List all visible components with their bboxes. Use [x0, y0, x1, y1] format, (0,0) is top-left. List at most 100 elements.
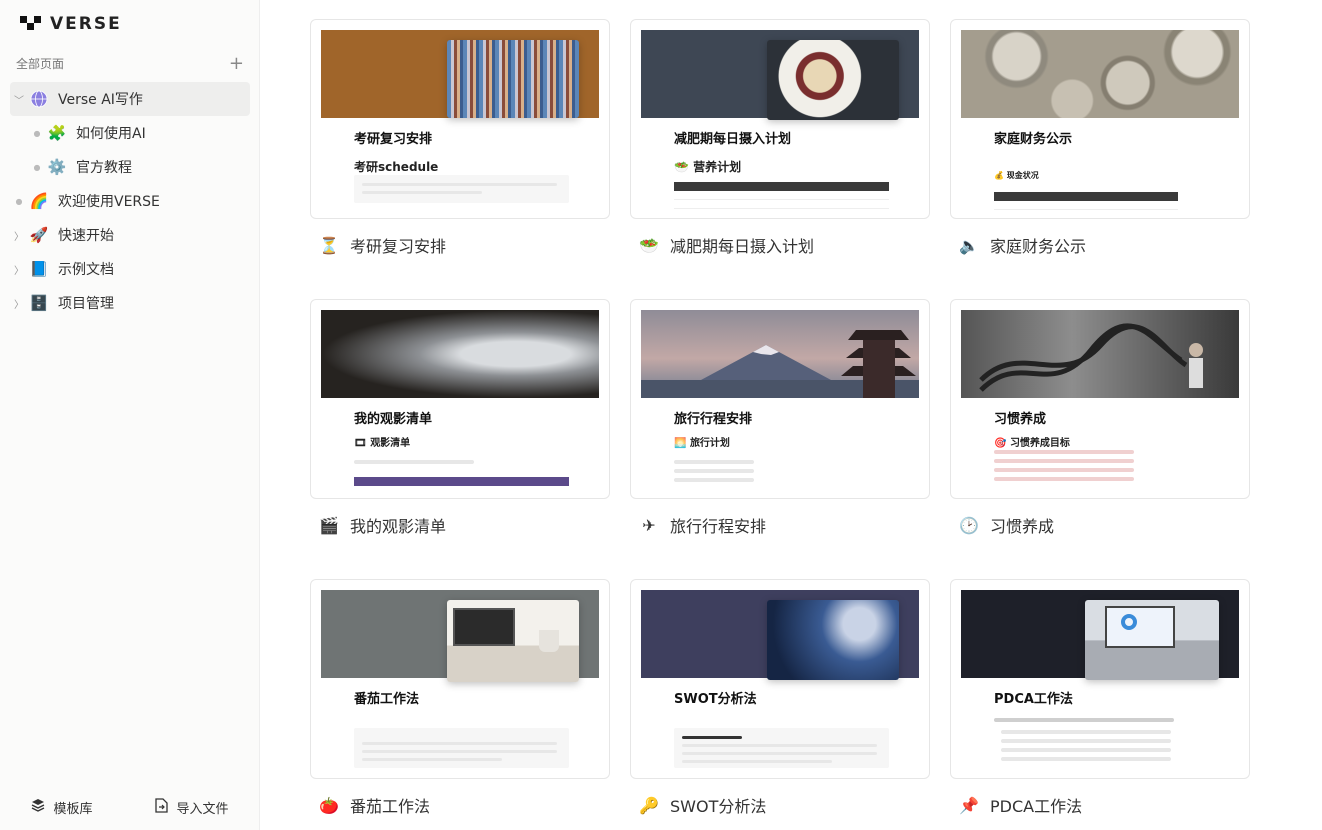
book-icon: 📘: [29, 260, 49, 278]
doc-title: PDCA工作法: [994, 692, 1073, 707]
mini-table: [994, 192, 1178, 218]
app-name: VERSE: [50, 14, 122, 34]
doc-title: 减肥期每日摄入计划: [674, 132, 792, 147]
template-preview[interactable]: 习惯养成 🎯 习惯养成目标: [950, 299, 1250, 499]
battle-ropes-illustration: [979, 323, 1203, 392]
bullet-icon: ●: [33, 128, 41, 138]
mountain-illustration: [641, 330, 919, 398]
doc-title: 考研复习安排: [354, 132, 433, 147]
card-label[interactable]: ⏳ 考研复习安排: [318, 233, 446, 257]
card-label[interactable]: 🥗 减肥期每日摄入计划: [638, 233, 814, 257]
template-card[interactable]: SWOT分析法 🔑 SWOT分析法: [630, 579, 930, 816]
cover-image: [321, 590, 599, 682]
sidebar-item-label: 示例文档: [58, 262, 114, 278]
rainbow-icon: 🌈: [29, 192, 49, 210]
template-card[interactable]: 习惯养成 🎯 习惯养成目标 🕑 习惯养成: [950, 299, 1250, 536]
chevron-right-icon[interactable]: 〉: [10, 262, 28, 277]
verse-logo-icon: [20, 16, 44, 32]
food-photo: [767, 40, 899, 120]
sidebar-item-quick-start[interactable]: 〉 🚀 快速开始: [10, 218, 250, 252]
sidebar-item-verse-ai[interactable]: ﹀ Verse AI写作: [10, 82, 250, 116]
doc-subtitle: 💰 现金状况: [994, 171, 1039, 180]
page-tree: ﹀ Verse AI写作 ● 🧩 如何使用AI ● ⚙️ 官方教程 ● 🌈 欢迎…: [10, 82, 250, 320]
bullet-icon: ●: [33, 162, 41, 172]
fuji-photo: [641, 310, 919, 398]
sidebar: VERSE 全部页面 + ﹀ Verse AI写作 ● 🧩 如何使用AI ● ⚙…: [0, 0, 260, 830]
card-label[interactable]: 🔈 家庭财务公示: [958, 233, 1086, 257]
doc-subtitle: 🌅 旅行计划: [674, 438, 730, 449]
template-preview[interactable]: 考研复习安排 考研schedule: [310, 19, 610, 219]
card-label[interactable]: 🕑 习惯养成: [958, 513, 1054, 537]
sidebar-item-label: 欢迎使用VERSE: [58, 194, 160, 210]
sidebar-item-official-tutorial[interactable]: ● ⚙️ 官方教程: [10, 150, 250, 184]
template-preview[interactable]: SWOT分析法: [630, 579, 930, 779]
card-title: 考研复习安排: [350, 237, 447, 256]
sidebar-item-label: 官方教程: [76, 160, 132, 176]
card-title: 番茄工作法: [350, 797, 431, 816]
template-card[interactable]: 我的观影清单 🎞 观影清单 🎬 我的观影清单: [310, 299, 610, 536]
template-card[interactable]: PDCA工作法 📌 PDCA工作法: [950, 579, 1250, 816]
doc-title: 习惯养成: [994, 412, 1047, 427]
cover-image: [641, 590, 919, 680]
mini-table: [674, 182, 889, 209]
template-card[interactable]: 考研复习安排 考研schedule ⏳ 考研复习安排: [310, 19, 610, 256]
all-pages-header: 全部页面 +: [16, 54, 244, 72]
chevron-right-icon[interactable]: 〉: [10, 296, 28, 311]
template-card[interactable]: 家庭财务公示 💰 现金状况 🔈 家庭财务公示: [950, 19, 1250, 256]
doc-title: 番茄工作法: [354, 692, 420, 707]
all-pages-title: 全部页面: [16, 57, 65, 71]
card-label[interactable]: 📌 PDCA工作法: [958, 793, 1082, 817]
cover-image: [321, 30, 599, 118]
chevron-right-icon[interactable]: 〉: [10, 228, 28, 243]
doc-title: 家庭财务公示: [994, 132, 1073, 147]
books-photo: [447, 40, 579, 118]
cover-image: [961, 590, 1239, 680]
doc-subtitle-text: 观影清单: [370, 438, 411, 449]
laptop-desk-photo: [447, 600, 579, 682]
template-library-button[interactable]: 模板库: [31, 798, 93, 817]
template-preview[interactable]: 减肥期每日摄入计划 🥗 营养计划: [630, 19, 930, 219]
layers-icon: [31, 798, 45, 816]
cover-image: [641, 30, 919, 120]
sidebar-item-how-to-use-ai[interactable]: ● 🧩 如何使用AI: [10, 116, 250, 150]
doc-title: 我的观影清单: [354, 412, 433, 427]
card-label[interactable]: ✈ 旅行行程安排: [638, 513, 766, 537]
template-library-label: 模板库: [53, 801, 93, 817]
chess-photo: [767, 600, 899, 680]
quote-block: [354, 175, 569, 203]
template-preview[interactable]: 番茄工作法: [310, 579, 610, 779]
chevron-down-icon[interactable]: ﹀: [10, 92, 28, 107]
card-title: SWOT分析法: [670, 797, 767, 816]
template-preview[interactable]: 我的观影清单 🎞 观影清单: [310, 299, 610, 499]
card-label[interactable]: 🎬 我的观影清单: [318, 513, 446, 537]
import-file-button[interactable]: 导入文件: [155, 797, 229, 817]
key-icon: 🔑: [639, 795, 659, 815]
card-label[interactable]: 🍅 番茄工作法: [318, 793, 430, 817]
card-title: 家庭财务公示: [990, 237, 1087, 256]
import-file-icon: [155, 797, 169, 817]
template-preview[interactable]: 家庭财务公示 💰 现金状况: [950, 19, 1250, 219]
template-preview[interactable]: 旅行行程安排 🌅 旅行计划: [630, 299, 930, 499]
sidebar-item-label: 项目管理: [58, 296, 114, 312]
template-card[interactable]: 减肥期每日摄入计划 🥗 营养计划 🥗 减肥期每日摄入计划: [630, 19, 930, 256]
quote-block: [674, 728, 889, 768]
clock-icon: 🕑: [959, 515, 979, 535]
projector-photo: [321, 310, 599, 398]
template-card[interactable]: 番茄工作法 🍅 番茄工作法: [310, 579, 610, 816]
gear-icon: ⚙️: [47, 158, 67, 176]
template-grid: 考研复习安排 考研schedule ⏳ 考研复习安排 减肥期每日摄入计划 🥗 营…: [260, 0, 1322, 830]
template-card[interactable]: 旅行行程安排 🌅 旅行计划 ✈ 旅行行程安排: [630, 299, 930, 536]
card-title: 习惯养成: [990, 517, 1055, 536]
template-preview[interactable]: PDCA工作法: [950, 579, 1250, 779]
airplane-icon: ✈: [642, 515, 656, 535]
card-label[interactable]: 🔑 SWOT分析法: [638, 793, 766, 817]
sidebar-item-project-management[interactable]: 〉 🗄️ 项目管理: [10, 286, 250, 320]
sidebar-item-sample-docs[interactable]: 〉 📘 示例文档: [10, 252, 250, 286]
doc-subtitle: 🎯 习惯养成目标: [994, 438, 1070, 449]
sidebar-item-welcome[interactable]: ● 🌈 欢迎使用VERSE: [10, 184, 250, 218]
salad-icon: 🥗: [639, 235, 659, 255]
logo[interactable]: VERSE: [20, 14, 122, 34]
clapperboard-icon: 🎬: [319, 515, 339, 535]
doc-title: SWOT分析法: [674, 692, 757, 707]
add-page-button[interactable]: +: [229, 54, 244, 72]
